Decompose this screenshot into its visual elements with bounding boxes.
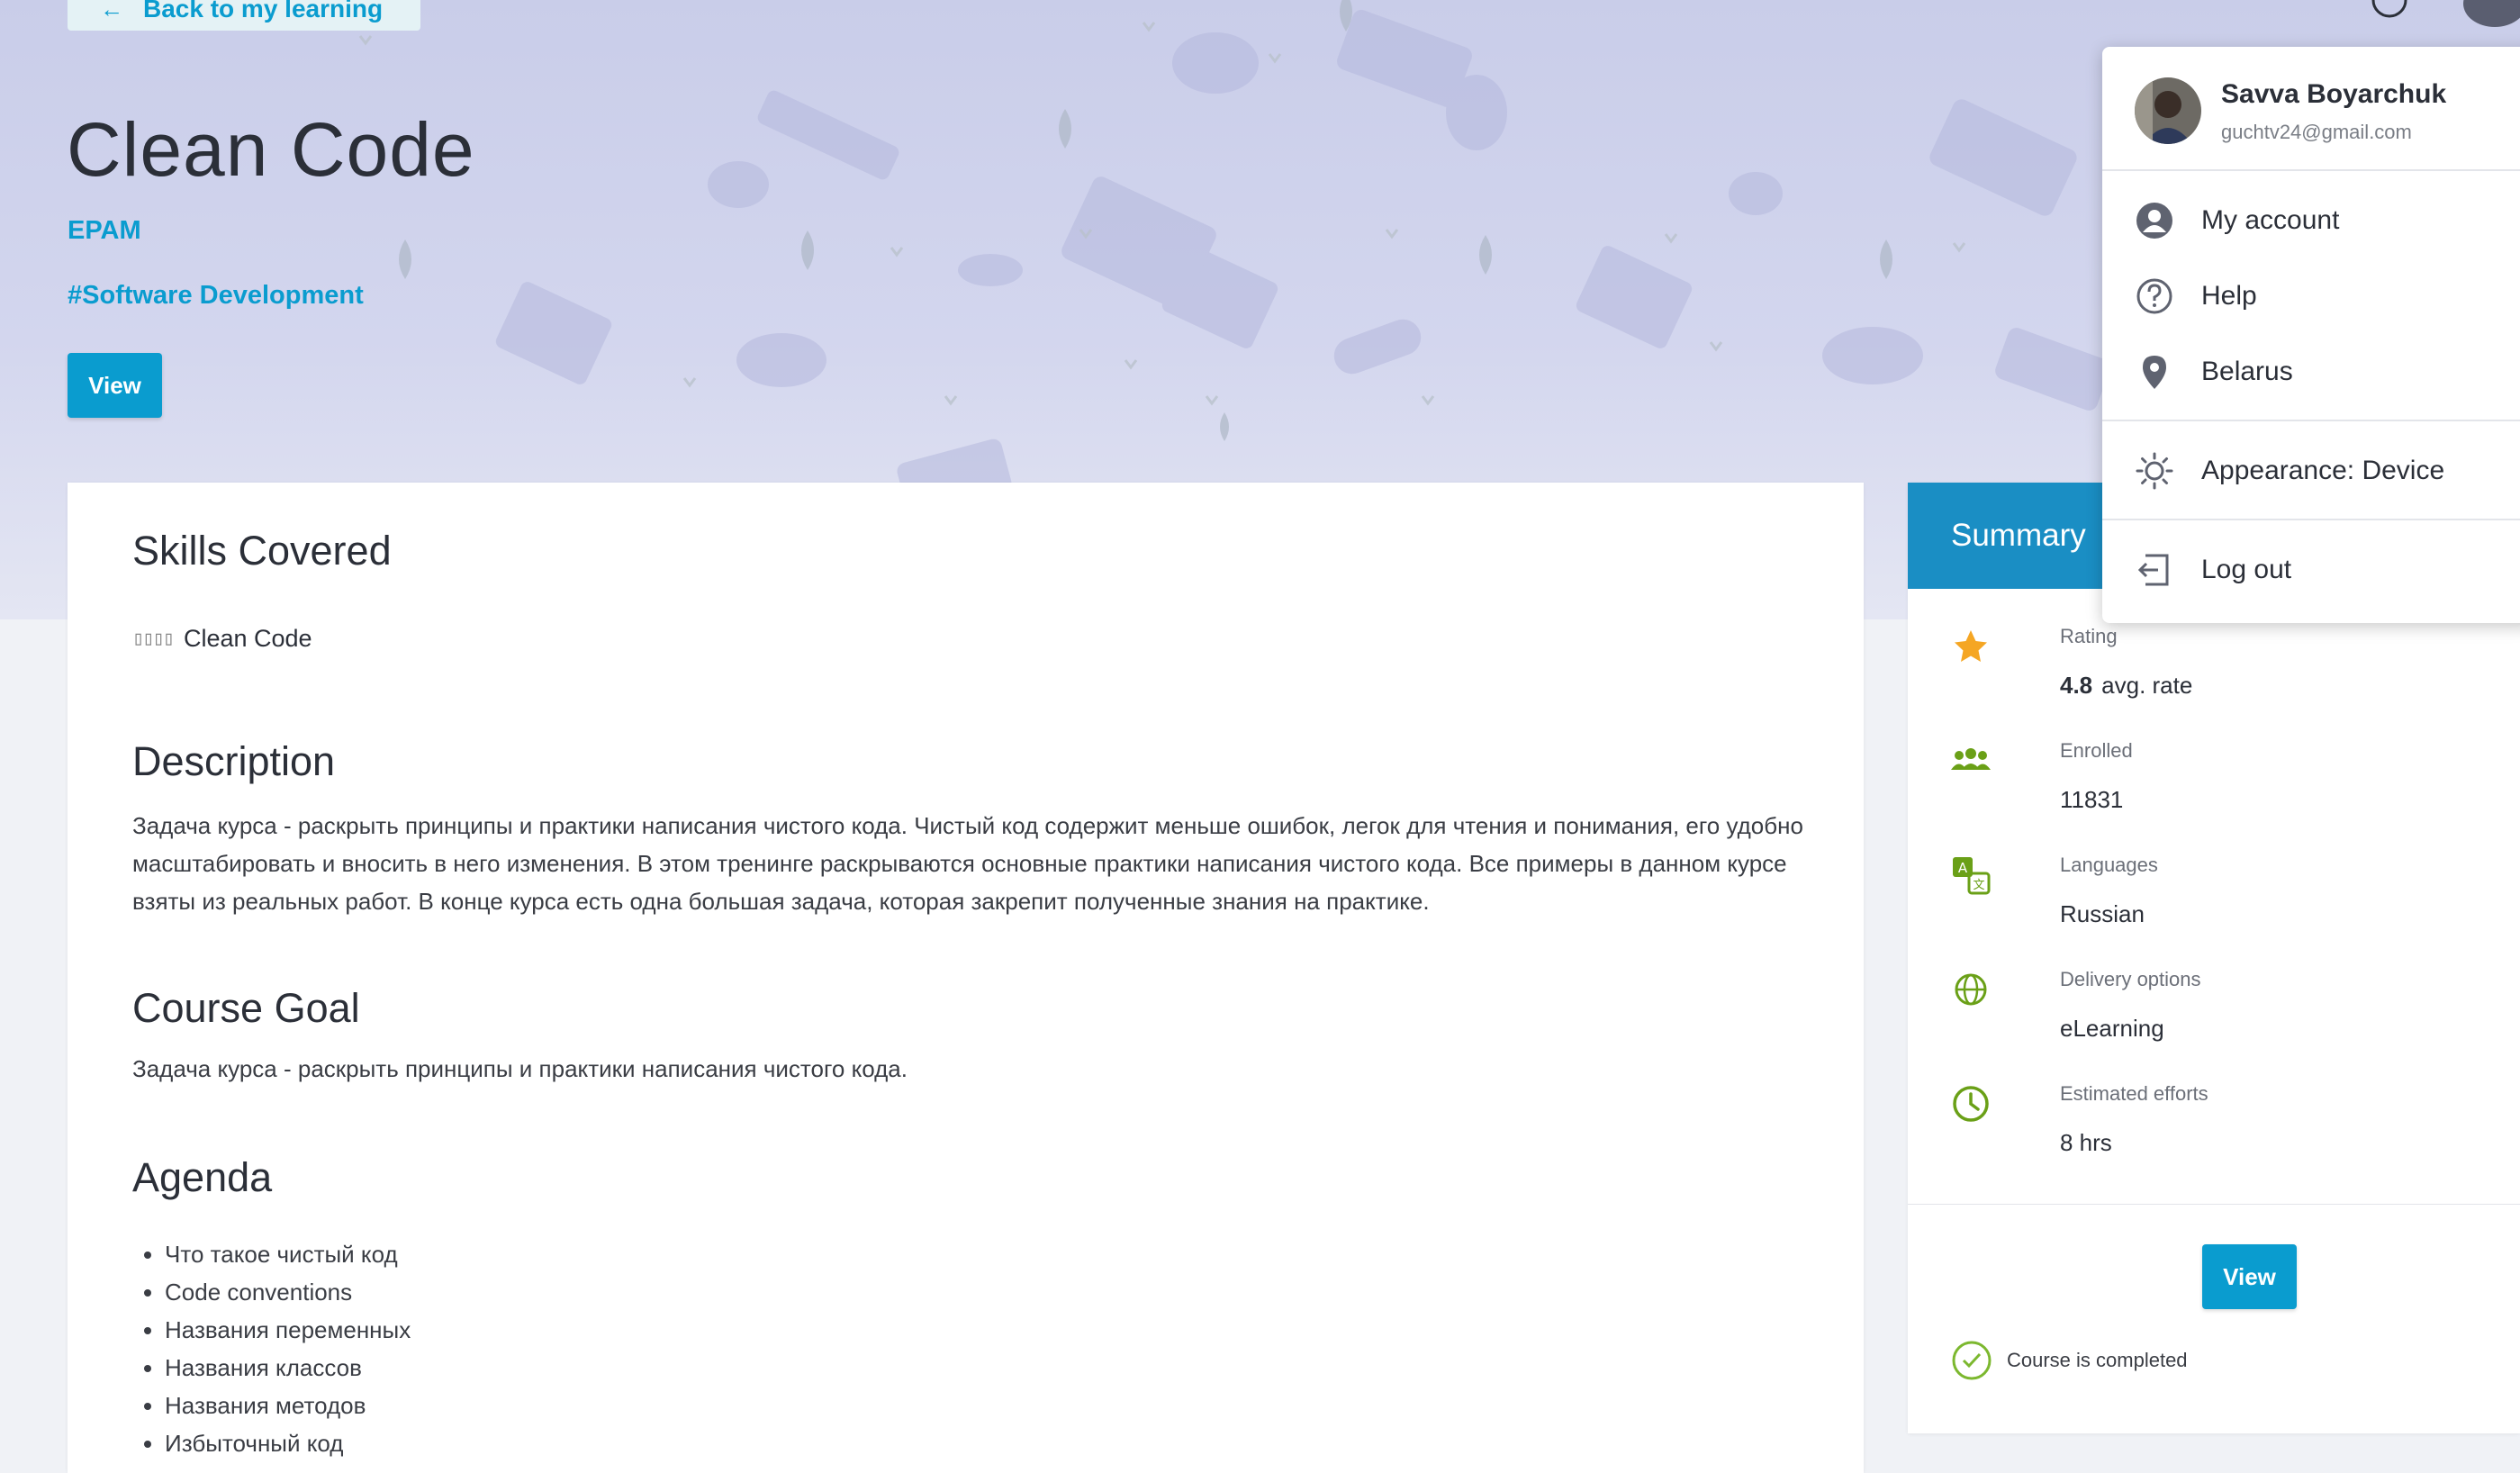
enrolled-item: Enrolled 11831 — [1951, 739, 2491, 838]
summary-card: Summary Rating 4.8 avg. rate Enrolled 118… — [1908, 483, 2520, 1433]
agenda-list: Что такое чистый код Code conventions На… — [132, 1235, 411, 1462]
menu-item-label: Log out — [2201, 555, 2292, 584]
course-goal-heading: Course Goal — [132, 985, 360, 1031]
completion-text: Course is completed — [2007, 1349, 2188, 1371]
description-text: Задача курса - раскрыть принципы и практ… — [132, 812, 1803, 915]
back-to-learning-label: Back to my learning — [143, 0, 384, 23]
user-email: guchtv24@gmail.com — [2221, 121, 2412, 143]
location-icon — [2135, 352, 2174, 392]
hero-view-button[interactable]: View — [68, 353, 162, 418]
account-icon — [2135, 201, 2174, 240]
help-icon[interactable] — [2370, 0, 2409, 20]
course-title: Clean Code — [67, 107, 475, 192]
logout-icon — [2135, 550, 2174, 590]
menu-item-my-account[interactable]: My account — [2135, 198, 2339, 243]
people-icon — [1951, 748, 1991, 770]
svg-text:文: 文 — [1973, 879, 1984, 892]
course-tag-link[interactable]: #Software Development — [68, 281, 364, 311]
skill-label: Clean Code — [183, 625, 312, 652]
course-goal-text: Задача курса - раскрыть принципы и практ… — [132, 1055, 908, 1082]
languages-value: Russian — [2060, 900, 2145, 927]
rating-suffix: avg. rate — [2101, 672, 2193, 699]
menu-item-logout[interactable]: Log out — [2135, 547, 2291, 592]
efforts-item: Estimated efforts 8 hrs — [1951, 1082, 2491, 1181]
enrolled-label: Enrolled — [2060, 739, 2133, 762]
menu-item-appearance[interactable]: Appearance: Device — [2135, 448, 2444, 493]
menu-item-region[interactable]: Belarus — [2135, 349, 2293, 394]
agenda-item: Названия переменных — [165, 1311, 411, 1349]
user-name: Savva Boyarchuk — [2221, 79, 2447, 109]
languages-label: Languages — [2060, 854, 2158, 876]
efforts-value: 8 hrs — [2060, 1129, 2112, 1156]
description-heading: Description — [132, 738, 336, 784]
agenda-item: Названия методов — [165, 1387, 411, 1424]
enrolled-value: 11831 — [2060, 786, 2124, 813]
agenda-item: Что такое чистый код — [165, 1235, 411, 1273]
arrow-left-icon: ← — [100, 0, 123, 23]
delivery-item: Delivery options eLearning — [1951, 968, 2491, 1067]
agenda-heading: Agenda — [132, 1154, 273, 1200]
menu-divider — [2102, 169, 2520, 171]
rating-value-row: 4.8 avg. rate — [2060, 672, 2192, 700]
rating-value: 4.8 — [2060, 672, 2093, 699]
avatar — [2135, 77, 2201, 144]
menu-item-label: Appearance: Device — [2201, 456, 2445, 485]
star-icon — [1955, 630, 1987, 662]
skills-heading: Skills Covered — [132, 528, 392, 574]
translate-icon: A 文 — [1953, 857, 1991, 895]
skill-item: ▯▯▯▯ Clean Code — [132, 625, 312, 653]
delivery-label: Delivery options — [2060, 968, 2201, 990]
efforts-label: Estimated efforts — [2060, 1082, 2208, 1105]
delivery-value: eLearning — [2060, 1015, 2164, 1042]
rating-label: Rating — [2060, 625, 2118, 647]
help-icon — [2135, 276, 2174, 316]
menu-item-label: Help — [2201, 281, 2257, 311]
menu-divider — [2102, 420, 2520, 421]
user-menu-dropdown: Savva Boyarchuk guchtv24@gmail.com My ac… — [2102, 47, 2520, 623]
agenda-item: Code conventions — [165, 1273, 411, 1311]
sun-icon — [2135, 451, 2174, 491]
course-details-card: Skills Covered ▯▯▯▯ Clean Code Descripti… — [68, 483, 1864, 1473]
languages-item: A 文 Languages Russian — [1951, 854, 2491, 953]
clock-icon — [1953, 1086, 1989, 1122]
completion-status: Course is completed — [1951, 1340, 2188, 1381]
menu-item-label: Belarus — [2201, 357, 2293, 386]
agenda-item: Названия классов — [165, 1349, 411, 1387]
globe-icon — [1955, 973, 1987, 1006]
menu-divider — [2102, 519, 2520, 520]
agenda-item: Избыточный код — [165, 1424, 411, 1462]
back-to-learning-button[interactable]: ← Back to my learning — [68, 0, 420, 31]
course-provider-link[interactable]: EPAM — [68, 216, 141, 246]
menu-item-help[interactable]: Help — [2135, 274, 2257, 319]
svg-text:A: A — [1958, 860, 1968, 876]
rating-item: Rating 4.8 avg. rate — [1951, 625, 2491, 724]
menu-item-label: My account — [2201, 205, 2340, 235]
skill-icon: ▯▯▯▯ — [132, 628, 175, 650]
check-circle-icon — [1952, 1341, 1992, 1380]
summary-view-button[interactable]: View — [2202, 1244, 2297, 1309]
summary-divider — [1908, 1204, 2520, 1205]
